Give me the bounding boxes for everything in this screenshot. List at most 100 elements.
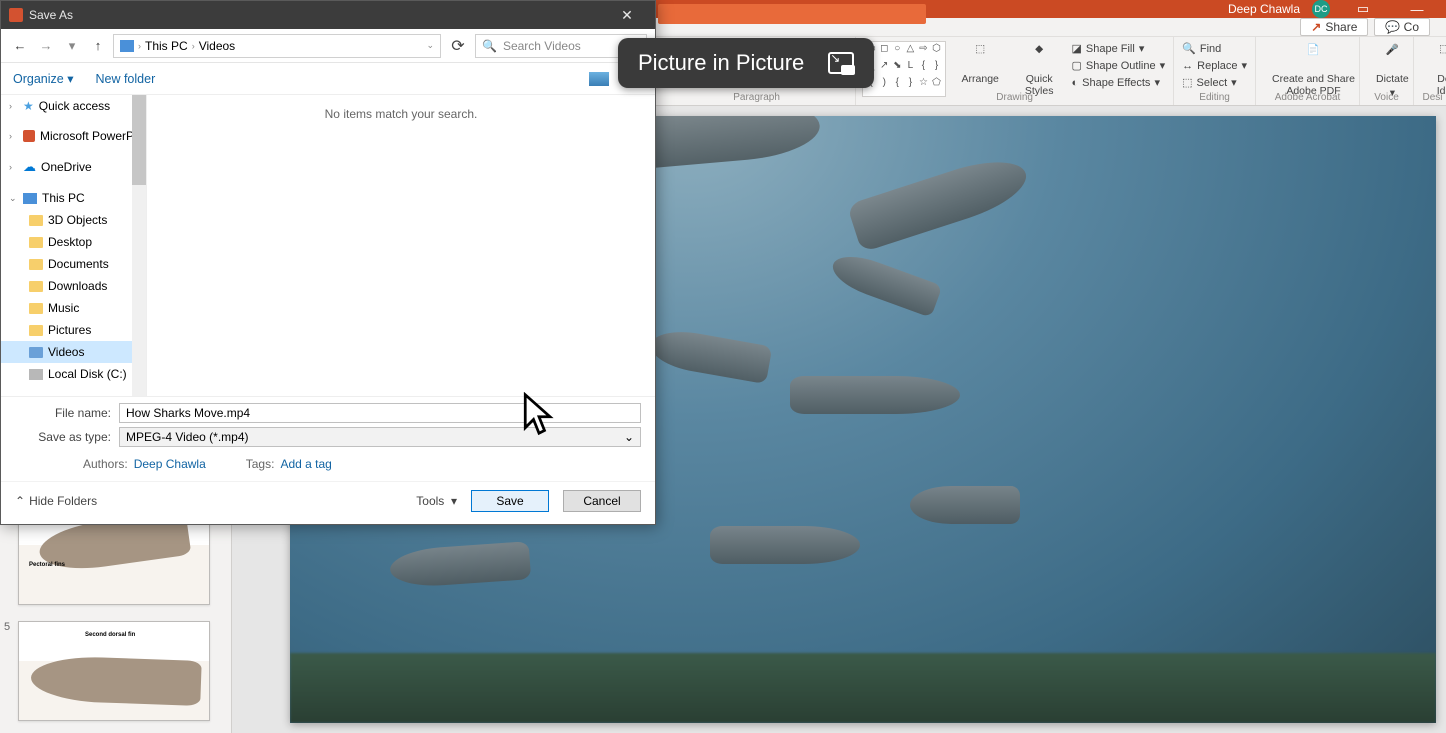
- slide-thumb-5[interactable]: 5 Second dorsal fin: [0, 617, 231, 733]
- star-icon: ★: [23, 99, 34, 113]
- save-as-dialog: Save As ✕ ← → ▾ ↑ › This PC › Videos ⌄ ⟳…: [0, 0, 656, 525]
- powerpoint-icon: [9, 8, 23, 22]
- tree-3d-objects[interactable]: 3D Objects: [1, 209, 146, 231]
- shape-fill-button[interactable]: ◪ Shape Fill ▾: [1069, 41, 1167, 56]
- folder-tree[interactable]: ›★Quick access ›Microsoft PowerPo ›☁OneD…: [1, 95, 147, 396]
- shark-image: [710, 526, 860, 564]
- recent-dropdown-icon[interactable]: ▾: [61, 35, 83, 57]
- quick-styles-button[interactable]: ◆Quick Styles: [1015, 41, 1064, 99]
- shark-image: [790, 376, 960, 414]
- chevron-right-icon[interactable]: ›: [192, 41, 195, 51]
- breadcrumb-seg[interactable]: This PC: [145, 39, 188, 53]
- organize-button[interactable]: Organize ▾: [13, 71, 73, 86]
- cancel-button[interactable]: Cancel: [563, 490, 641, 512]
- cloud-icon: ☁: [23, 159, 36, 175]
- ribbon-display-options-icon[interactable]: ▭: [1342, 1, 1384, 17]
- group-drawing-label: Drawing: [856, 92, 1173, 103]
- filename-input[interactable]: [119, 403, 641, 423]
- tools-button[interactable]: Tools ▾: [416, 494, 457, 508]
- chevron-down-icon: ⌄: [624, 430, 634, 444]
- dialog-toolbar: Organize ▾ New folder ▾ ◐: [1, 63, 655, 95]
- folder-icon: [29, 281, 43, 292]
- address-dropdown-icon[interactable]: ⌄: [426, 40, 434, 51]
- tags-label: Tags:: [246, 457, 275, 471]
- drive-icon: [29, 369, 43, 380]
- folder-icon: [29, 215, 43, 226]
- tree-desktop[interactable]: Desktop: [1, 231, 146, 253]
- group-editing-label: Editing: [1174, 92, 1255, 103]
- powerpoint-icon: [23, 130, 35, 142]
- tree-documents[interactable]: Documents: [1, 253, 146, 275]
- dialog-form-area: File name: Save as type: MPEG-4 Video (*…: [1, 396, 655, 481]
- group-designer-label: Desi: [1414, 92, 1446, 103]
- shapes-gallery[interactable]: ▭◻○△⇨⬡ ╲↗⬊L{} (){}☆⬠: [862, 41, 945, 97]
- tree-scrollbar[interactable]: [132, 95, 146, 396]
- ppt-title-search[interactable]: [658, 4, 926, 24]
- save-button[interactable]: Save: [471, 490, 549, 512]
- chevron-right-icon[interactable]: ›: [138, 41, 141, 51]
- tree-music[interactable]: Music: [1, 297, 146, 319]
- search-placeholder: Search Videos: [503, 39, 581, 53]
- dialog-footer: ⌃Hide Folders Tools ▾ Save Cancel: [1, 481, 655, 524]
- group-voice-label: Voice: [1360, 92, 1413, 103]
- dialog-title: Save As: [29, 8, 73, 22]
- forward-icon[interactable]: →: [35, 35, 57, 57]
- tree-videos[interactable]: Videos: [1, 341, 146, 363]
- tree-onedrive[interactable]: ›☁OneDrive: [1, 155, 146, 179]
- view-mode-icon[interactable]: [589, 72, 609, 86]
- address-bar[interactable]: › This PC › Videos ⌄: [113, 34, 441, 58]
- refresh-icon[interactable]: ⟳: [445, 36, 471, 56]
- hide-folders-button[interactable]: ⌃Hide Folders: [15, 494, 97, 508]
- dialog-body: ›★Quick access ›Microsoft PowerPo ›☁OneD…: [1, 95, 655, 396]
- pc-icon: [23, 193, 37, 204]
- folder-icon: [29, 259, 43, 270]
- find-button[interactable]: 🔍 Find: [1180, 41, 1249, 56]
- folder-icon: [29, 237, 43, 248]
- chevron-up-icon: ⌃: [15, 494, 25, 508]
- file-list-area[interactable]: No items match your search.: [147, 95, 655, 396]
- tree-pictures[interactable]: Pictures: [1, 319, 146, 341]
- folder-icon: [29, 303, 43, 314]
- tags-input[interactable]: Add a tag: [280, 457, 331, 471]
- authors-value[interactable]: Deep Chawla: [134, 457, 206, 471]
- shape-effects-button[interactable]: ◐ Shape Effects ▾: [1069, 75, 1167, 90]
- folder-icon: [29, 325, 43, 336]
- dialog-nav-bar: ← → ▾ ↑ › This PC › Videos ⌄ ⟳ 🔍 Search …: [1, 29, 655, 63]
- new-folder-button[interactable]: New folder: [95, 72, 155, 86]
- select-button[interactable]: ⬚ Select ▾: [1180, 75, 1249, 90]
- tree-downloads[interactable]: Downloads: [1, 275, 146, 297]
- savetype-label: Save as type:: [15, 430, 111, 444]
- empty-message: No items match your search.: [325, 107, 478, 121]
- adobe-pdf-button[interactable]: 📄Create and Share Adobe PDF: [1262, 41, 1365, 99]
- group-acrobat-label: Adobe Acrobat: [1256, 92, 1359, 103]
- comments-button[interactable]: 💬 Co: [1374, 18, 1430, 36]
- tree-powerpoint[interactable]: ›Microsoft PowerPo: [1, 125, 146, 147]
- design-ideas-button[interactable]: ⬚De Ide: [1420, 41, 1446, 99]
- shape-outline-button[interactable]: ▢ Shape Outline ▾: [1069, 58, 1167, 73]
- replace-button[interactable]: ↔ Replace ▾: [1180, 58, 1249, 73]
- share-button[interactable]: ↗Share: [1300, 18, 1368, 36]
- close-icon[interactable]: ✕: [607, 7, 647, 24]
- savetype-select[interactable]: MPEG-4 Video (*.mp4)⌄: [119, 427, 641, 447]
- arrange-button[interactable]: ⬚Arrange: [952, 41, 1009, 87]
- pip-icon: ↘: [828, 52, 854, 74]
- breadcrumb-seg[interactable]: Videos: [199, 39, 235, 53]
- minimize-icon[interactable]: —: [1396, 2, 1438, 17]
- shark-image: [910, 486, 1020, 524]
- tree-this-pc[interactable]: ⌄This PC: [1, 187, 146, 209]
- up-icon[interactable]: ↑: [87, 35, 109, 57]
- search-icon: 🔍: [482, 39, 497, 53]
- seabed: [290, 653, 1436, 723]
- back-icon[interactable]: ←: [9, 35, 31, 57]
- group-paragraph-label: Paragraph: [658, 92, 855, 103]
- tree-quick-access[interactable]: ›★Quick access: [1, 95, 146, 117]
- tree-local-disk[interactable]: Local Disk (C:): [1, 363, 146, 385]
- filename-label: File name:: [15, 406, 111, 420]
- user-avatar[interactable]: DC: [1312, 0, 1330, 18]
- pc-icon: [120, 40, 134, 52]
- picture-in-picture-overlay[interactable]: Picture in Picture ↘: [618, 38, 874, 88]
- dialog-titlebar[interactable]: Save As ✕: [1, 1, 655, 29]
- folder-icon: [29, 347, 43, 358]
- authors-label: Authors:: [83, 457, 128, 471]
- user-name-label: Deep Chawla: [1228, 2, 1300, 16]
